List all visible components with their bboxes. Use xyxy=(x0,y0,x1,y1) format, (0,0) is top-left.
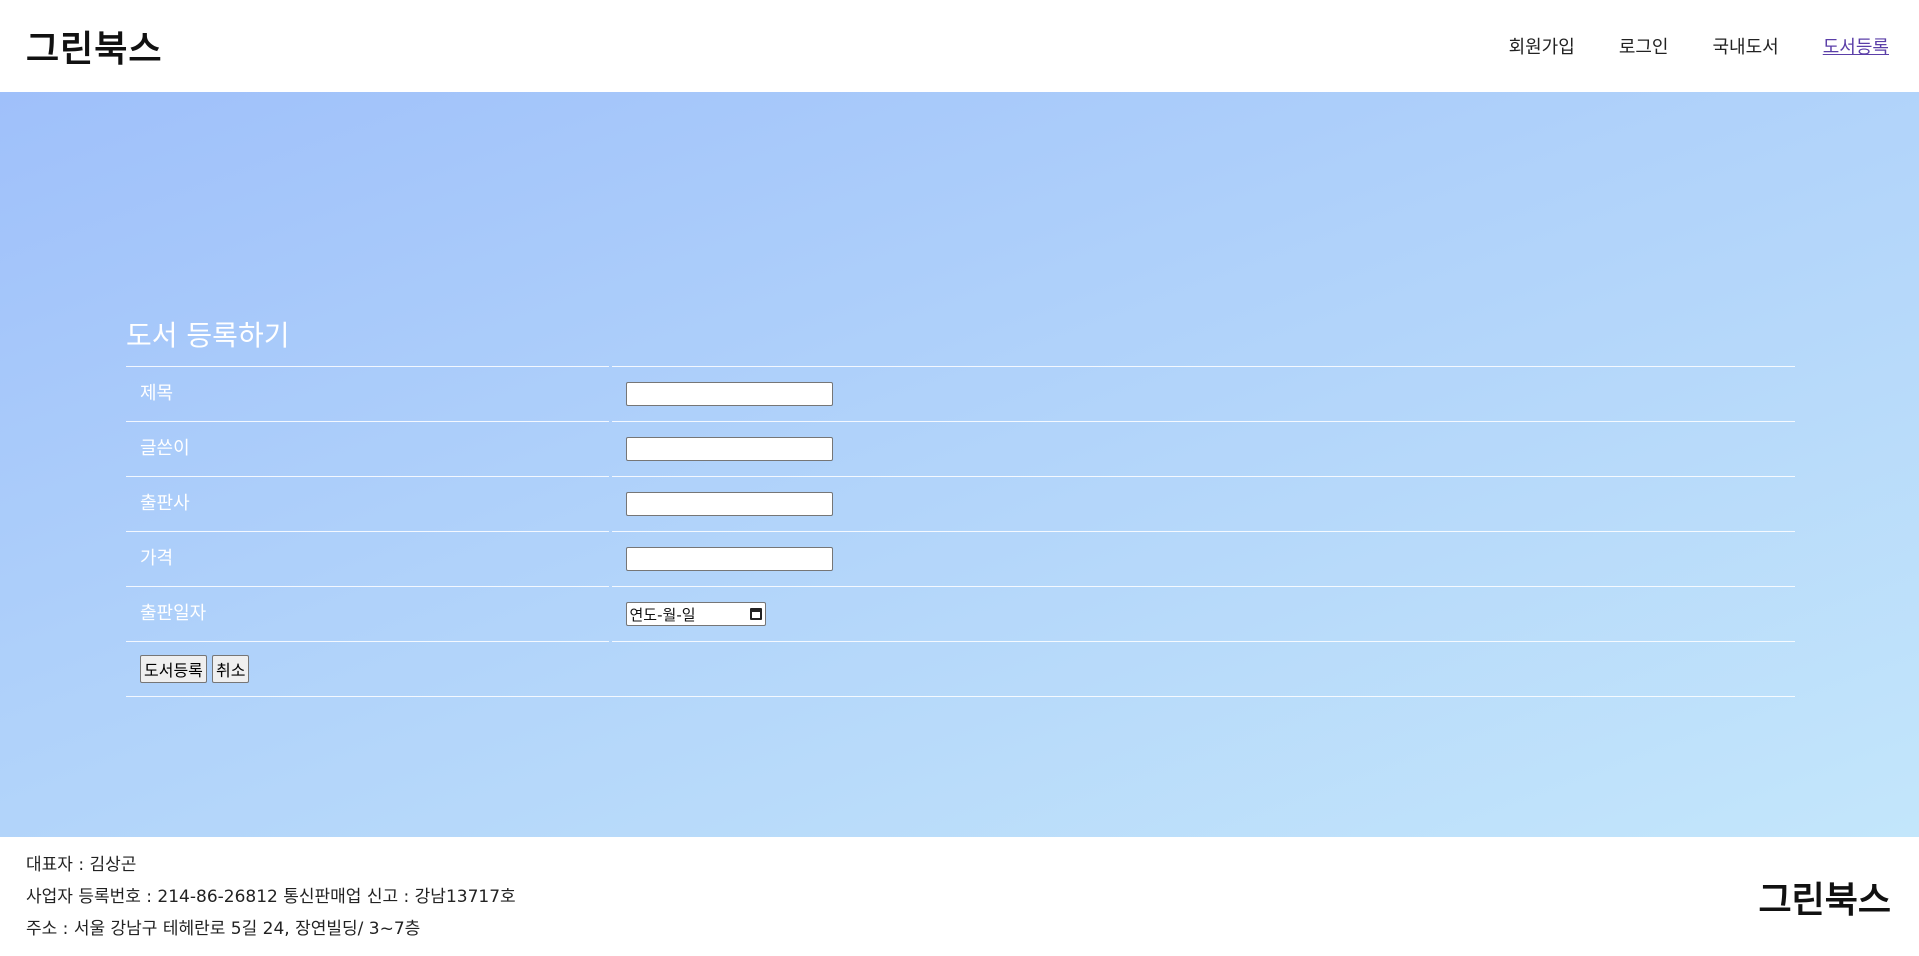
book-register-form: 도서 등록하기 제목 글쓴이 출판사 가격 출판일자 연도-월-일 도서등록 취… xyxy=(126,314,1795,697)
form-row-actions: 도서등록 취소 xyxy=(126,641,1795,697)
nav-signup-link[interactable]: 회원가입 xyxy=(1509,33,1575,59)
form-table: 제목 글쓴이 출판사 가격 출판일자 연도-월-일 도서등록 취소 xyxy=(126,366,1795,697)
form-row-price: 가격 xyxy=(126,531,1795,587)
site-footer: 대표자 : 김상곤 사업자 등록번호 : 214-86-26812 통신판매업 … xyxy=(0,837,1919,956)
form-title: 도서 등록하기 xyxy=(126,319,290,352)
publish-date-input[interactable]: 연도-월-일 xyxy=(625,602,766,626)
field-label-cell: 가격 xyxy=(126,531,610,587)
field-label-cell: 제목 xyxy=(126,366,610,422)
footer-address: 주소 : 서울 강남구 테헤란로 5길 24, 장연빌딩/ 3~7층 xyxy=(26,918,421,939)
field-input-cell xyxy=(610,476,1795,532)
submit-book-button[interactable]: 도서등록 xyxy=(140,655,207,683)
title-input[interactable] xyxy=(625,382,833,406)
price-input[interactable] xyxy=(625,547,833,571)
footer-business-number: 사업자 등록번호 : 214-86-26812 통신판매업 신고 : 강남137… xyxy=(26,886,516,907)
site-header: 그린북스 회원가입 로그인 국내도서 도서등록 xyxy=(0,0,1919,92)
form-row-author: 글쓴이 xyxy=(126,421,1795,477)
author-input[interactable] xyxy=(625,437,833,461)
price-label: 가격 xyxy=(140,548,174,569)
field-input-cell xyxy=(610,366,1795,422)
site-logo[interactable]: 그린북스 xyxy=(26,20,162,72)
field-label-cell: 출판사 xyxy=(126,476,610,532)
field-label-cell: 글쓴이 xyxy=(126,421,610,477)
field-input-cell xyxy=(610,421,1795,477)
publisher-input[interactable] xyxy=(625,492,833,516)
footer-logo: 그린북스 xyxy=(1758,879,1891,921)
form-row-publisher: 출판사 xyxy=(126,476,1795,532)
footer-representative: 대표자 : 김상곤 xyxy=(26,854,137,875)
cancel-button[interactable]: 취소 xyxy=(211,655,250,683)
publish-date-label: 출판일자 xyxy=(140,603,207,624)
publisher-label: 출판사 xyxy=(140,493,190,514)
field-input-cell: 연도-월-일 xyxy=(610,586,1795,642)
footer-info: 대표자 : 김상곤 사업자 등록번호 : 214-86-26812 통신판매업 … xyxy=(26,849,516,945)
form-row-publish-date: 출판일자 연도-월-일 xyxy=(126,586,1795,642)
title-label: 제목 xyxy=(140,383,174,404)
actions-cell: 도서등록 취소 xyxy=(126,641,1795,697)
main-nav: 회원가입 로그인 국내도서 도서등록 xyxy=(1509,33,1889,59)
date-placeholder: 연도-월-일 xyxy=(629,605,696,624)
calendar-icon[interactable] xyxy=(749,608,762,620)
field-input-cell xyxy=(610,531,1795,587)
nav-book-register-link[interactable]: 도서등록 xyxy=(1823,33,1889,59)
nav-login-link[interactable]: 로그인 xyxy=(1619,33,1669,59)
author-label: 글쓴이 xyxy=(140,438,190,459)
form-row-title: 제목 xyxy=(126,366,1795,422)
field-label-cell: 출판일자 xyxy=(126,586,610,642)
main-content: 도서 등록하기 제목 글쓴이 출판사 가격 출판일자 연도-월-일 도서등록 취… xyxy=(0,92,1919,837)
nav-domestic-books-link[interactable]: 국내도서 xyxy=(1713,33,1779,59)
